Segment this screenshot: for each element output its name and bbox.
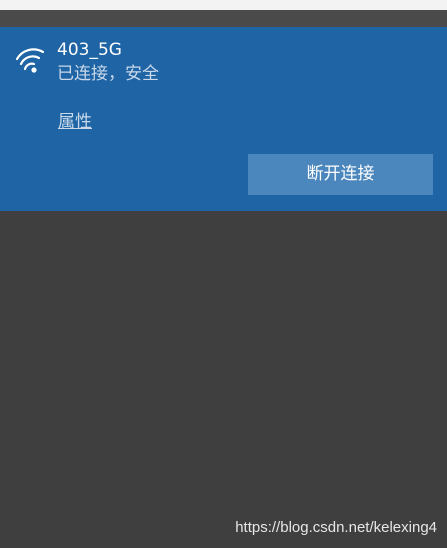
watermark-text: https://blog.csdn.net/kelexing4	[235, 519, 437, 536]
disconnect-button[interactable]: 断开连接	[248, 154, 433, 195]
properties-link[interactable]: 属性	[58, 111, 92, 133]
window-top-strip	[0, 0, 447, 10]
flyout-top-bar	[0, 10, 447, 27]
network-card-selected[interactable]: 403_5G 已连接，安全 属性 断开连接	[0, 27, 447, 211]
network-name: 403_5G	[57, 40, 122, 60]
network-status: 已连接，安全	[57, 64, 159, 84]
wifi-icon	[14, 46, 46, 78]
